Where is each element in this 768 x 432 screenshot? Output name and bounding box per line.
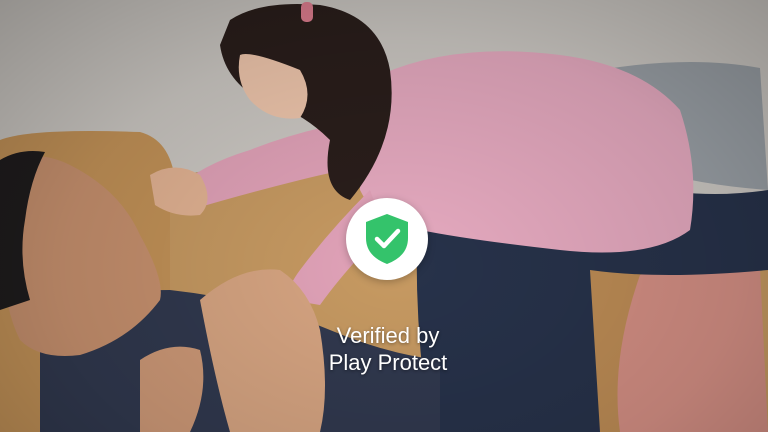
- play-protect-badge: [346, 198, 428, 280]
- caption-line-1: Verified by: [336, 323, 440, 348]
- shield-check-icon: [366, 214, 408, 264]
- verified-caption: Verified by Play Protect: [286, 322, 490, 376]
- hero-scene: Verified by Play Protect: [0, 0, 768, 432]
- caption-line-2: Play Protect: [328, 350, 448, 375]
